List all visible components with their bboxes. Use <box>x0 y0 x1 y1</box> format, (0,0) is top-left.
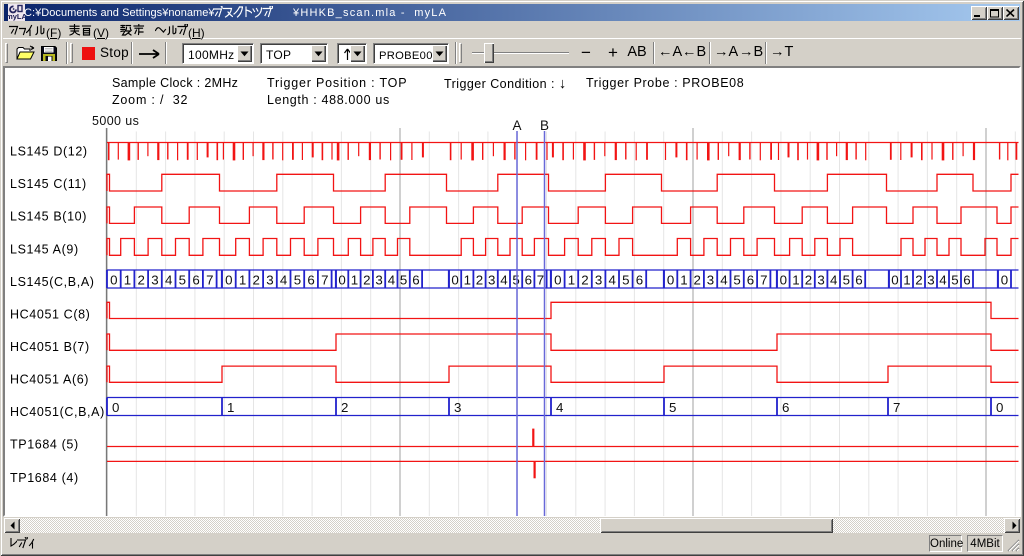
svg-text:HC4051(C,B,A): HC4051(C,B,A) <box>10 405 105 419</box>
svg-text:LS145 A(9): LS145 A(9) <box>10 242 79 256</box>
svg-text:2: 2 <box>341 400 348 415</box>
svg-text:0: 0 <box>996 400 1003 415</box>
svg-text:4: 4 <box>500 273 507 288</box>
svg-text:6: 6 <box>192 273 199 288</box>
svg-text:4: 4 <box>720 273 727 288</box>
svg-text:0: 0 <box>554 273 561 288</box>
svg-text:3: 3 <box>266 273 273 288</box>
svg-text:0: 0 <box>110 273 117 288</box>
svg-text:TP1684 (5): TP1684 (5) <box>10 438 79 452</box>
svg-text:4: 4 <box>830 273 837 288</box>
svg-text:7: 7 <box>893 400 900 415</box>
svg-text:0: 0 <box>891 273 898 288</box>
svg-text:7: 7 <box>760 273 767 288</box>
svg-text:6: 6 <box>747 273 754 288</box>
svg-text:5: 5 <box>294 273 301 288</box>
svg-text:A: A <box>512 118 521 133</box>
svg-text:5: 5 <box>843 273 850 288</box>
svg-text:LS145 C(11): LS145 C(11) <box>10 177 87 191</box>
svg-text:4: 4 <box>165 273 172 288</box>
svg-text:4: 4 <box>388 273 395 288</box>
svg-text:7: 7 <box>321 273 328 288</box>
svg-text:6: 6 <box>855 273 862 288</box>
svg-text:2: 2 <box>693 273 700 288</box>
svg-text:5: 5 <box>951 273 958 288</box>
svg-text:1: 1 <box>568 273 575 288</box>
svg-text:HC4051 A(6): HC4051 A(6) <box>10 373 89 387</box>
svg-text:1: 1 <box>351 273 358 288</box>
svg-text:4: 4 <box>556 400 563 415</box>
svg-text:3: 3 <box>927 273 934 288</box>
svg-text:2: 2 <box>581 273 588 288</box>
svg-text:5: 5 <box>400 273 407 288</box>
svg-text:3: 3 <box>707 273 714 288</box>
svg-text:7: 7 <box>206 273 213 288</box>
svg-text:LS145(C,B,A): LS145(C,B,A) <box>10 275 95 289</box>
svg-text:5: 5 <box>669 400 676 415</box>
svg-text:HC4051 B(7): HC4051 B(7) <box>10 340 90 354</box>
svg-text:1: 1 <box>227 400 234 415</box>
svg-text:6: 6 <box>307 273 314 288</box>
svg-text:6: 6 <box>963 273 970 288</box>
svg-text:4: 4 <box>939 273 946 288</box>
svg-text:1: 1 <box>239 273 246 288</box>
svg-text:5: 5 <box>622 273 629 288</box>
svg-text:0: 0 <box>667 273 674 288</box>
svg-text:6: 6 <box>412 273 419 288</box>
svg-text:1: 1 <box>792 273 799 288</box>
svg-text:3: 3 <box>454 400 461 415</box>
svg-text:1: 1 <box>464 273 471 288</box>
svg-text:3: 3 <box>151 273 158 288</box>
svg-text:0: 0 <box>225 273 232 288</box>
svg-text:4: 4 <box>608 273 615 288</box>
svg-text:0: 0 <box>338 273 345 288</box>
svg-text:TP1684 (4): TP1684 (4) <box>10 471 79 485</box>
svg-text:1: 1 <box>124 273 131 288</box>
svg-text:0: 0 <box>1001 273 1008 288</box>
svg-text:0: 0 <box>451 273 458 288</box>
svg-text:4: 4 <box>280 273 287 288</box>
svg-text:3: 3 <box>595 273 602 288</box>
svg-text:LS145 B(10): LS145 B(10) <box>10 210 87 224</box>
svg-text:3: 3 <box>817 273 824 288</box>
svg-text:5: 5 <box>733 273 740 288</box>
svg-text:0: 0 <box>112 400 119 415</box>
svg-text:3: 3 <box>375 273 382 288</box>
svg-text:LS145 D(12): LS145 D(12) <box>10 145 88 159</box>
svg-text:1: 1 <box>680 273 687 288</box>
svg-text:1: 1 <box>903 273 910 288</box>
svg-text:2: 2 <box>363 273 370 288</box>
svg-text:5: 5 <box>512 273 519 288</box>
svg-text:7: 7 <box>537 273 544 288</box>
svg-text:0: 0 <box>780 273 787 288</box>
svg-text:HC4051 C(8): HC4051 C(8) <box>10 308 90 322</box>
svg-text:B: B <box>540 118 549 133</box>
svg-text:5000 us: 5000 us <box>92 114 139 128</box>
svg-text:2: 2 <box>137 273 144 288</box>
svg-text:6: 6 <box>525 273 532 288</box>
svg-text:6: 6 <box>636 273 643 288</box>
svg-text:2: 2 <box>252 273 259 288</box>
svg-text:3: 3 <box>488 273 495 288</box>
svg-text:2: 2 <box>805 273 812 288</box>
svg-text:6: 6 <box>782 400 789 415</box>
svg-text:2: 2 <box>476 273 483 288</box>
svg-text:5: 5 <box>179 273 186 288</box>
svg-text:2: 2 <box>915 273 922 288</box>
